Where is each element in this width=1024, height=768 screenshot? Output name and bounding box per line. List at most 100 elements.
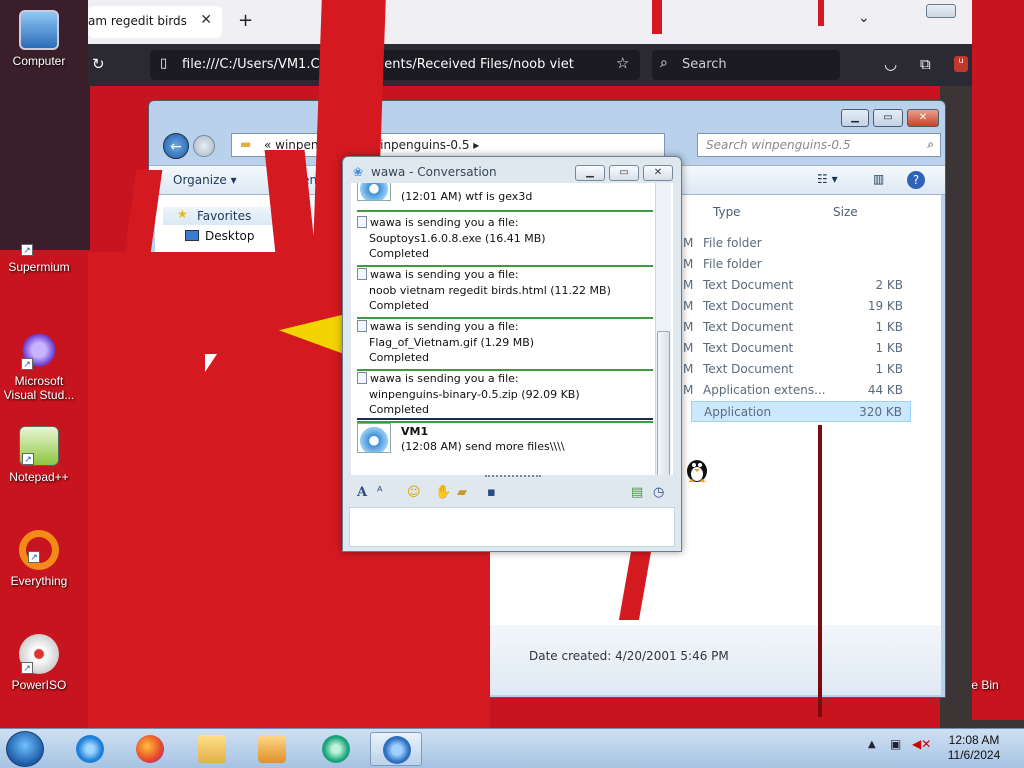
explorer-minimize-button[interactable]: ▁	[841, 109, 869, 127]
desktop-icon-everything[interactable]: ↗ Everything	[0, 530, 78, 588]
browser-tab[interactable]: am regedit birds ✕	[88, 6, 222, 38]
file-type: Application	[704, 405, 772, 419]
desktop-icon-label: PowerISO	[11, 678, 67, 692]
desktop-icon-poweriso[interactable]: ↗ PowerISO	[0, 634, 78, 692]
organize-button[interactable]: Organize ▾	[173, 173, 237, 187]
clock-time: 12:08 AM	[948, 733, 1000, 747]
save-icon[interactable]: ▪	[487, 485, 496, 500]
file-modified-fragment: M	[683, 257, 694, 271]
file-icon	[357, 216, 367, 228]
convo-minimize-button[interactable]: ▁	[575, 165, 605, 181]
transfer-status: Completed	[369, 403, 429, 416]
ublock-icon[interactable]: u	[954, 56, 968, 72]
transfer-file[interactable]: Flag_of_Vietnam.gif (1.29 MB)	[369, 335, 665, 350]
nudge-icon[interactable]: ✋	[435, 485, 451, 500]
messenger-icon	[383, 736, 411, 764]
history-icon[interactable]: ◷	[653, 485, 664, 500]
font-icon[interactable]: A	[357, 485, 367, 500]
view-options-icon[interactable]: ☷ ▾	[817, 172, 838, 186]
message-line: (12:08 AM) send more files\\\\	[401, 440, 565, 453]
taskbar-messenger[interactable]	[370, 732, 422, 766]
taskbar-app[interactable]	[310, 732, 362, 766]
start-button[interactable]	[6, 731, 44, 767]
taskbar-explorer[interactable]	[186, 732, 238, 766]
file-row[interactable]: M Text Document 19 KB	[683, 296, 911, 317]
message-input[interactable]	[349, 507, 675, 547]
url-bar[interactable]: ▯ file:///C:/Users/VM1.CO /Documents/Rec…	[150, 50, 640, 80]
taskbar-internet-explorer[interactable]	[64, 732, 116, 766]
new-tab-icon[interactable]: +	[238, 10, 253, 31]
browser-search-input[interactable]: ⌕ Search	[652, 50, 840, 80]
file-modified-fragment: M	[683, 362, 694, 376]
file-type: File folder	[703, 257, 762, 271]
desktop-icon-supermium[interactable]: ↗ Supermium	[0, 232, 78, 274]
emoticon-icon[interactable]: ☺	[407, 485, 421, 500]
volume-muted-icon[interactable]: ◀✕	[912, 737, 931, 751]
bookmark-star-icon[interactable]: ☆	[616, 54, 629, 72]
file-type: Text Document	[703, 362, 794, 376]
column-size[interactable]: Size	[833, 205, 858, 219]
desktop-icon-computer[interactable]: Computer	[0, 10, 78, 68]
explorer-search-input[interactable]: Search winpenguins-0.5 ⌕	[697, 133, 941, 157]
transfer-header-text: wawa is sending you a file:	[370, 320, 519, 333]
column-type[interactable]: Type	[713, 205, 741, 219]
clock[interactable]: 12:08 AM 11/6/2024	[936, 733, 1012, 763]
network-icon[interactable]: ▣	[890, 737, 901, 751]
chevron-down-icon[interactable]: ⌄	[858, 10, 870, 26]
transfer-file[interactable]: noob vietnam regedit birds.html (11.22 M…	[369, 283, 665, 298]
close-tab-icon[interactable]: ✕	[200, 12, 212, 28]
desktop-icon-visual-studio[interactable]: ↗ Microsoft Visual Stud...	[0, 330, 78, 402]
convo-close-button[interactable]: ✕	[643, 165, 673, 181]
browser-minimize-button[interactable]	[926, 4, 956, 18]
taskbar-firefox[interactable]	[124, 732, 176, 766]
file-row[interactable]: Application 320 KB	[691, 401, 911, 422]
nav-desktop[interactable]: Desktop	[185, 229, 255, 243]
file-size: 2 KB	[875, 278, 903, 292]
desktop-icon-label: Microsoft Visual Stud...	[3, 374, 75, 402]
explorer-close-button[interactable]: ✕	[907, 109, 939, 127]
taskbar: ▲ ▣ ◀✕ 12:08 AM 11/6/2024	[0, 728, 1024, 768]
folder-icon: ▬	[240, 137, 252, 151]
bg-glitch-streak	[652, 0, 662, 34]
transfer-file[interactable]: winpenguins-binary-0.5.zip (92.09 KB)	[369, 387, 665, 402]
file-row[interactable]: M Text Document 1 KB	[683, 338, 911, 359]
convo-maximize-button[interactable]: ▭	[609, 165, 639, 181]
help-icon[interactable]: ?	[907, 171, 925, 189]
transfer-header-text: wawa is sending you a file:	[370, 268, 519, 281]
tray-expand-icon[interactable]: ▲	[868, 739, 876, 750]
file-row[interactable]: M File folder	[683, 233, 911, 254]
chat-app-icon	[322, 735, 350, 763]
poweriso-icon: ↗	[19, 634, 59, 674]
preview-pane-icon[interactable]: ▥	[873, 172, 884, 186]
transfer-file[interactable]: Souptoys1.6.0.8.exe (16.41 MB)	[369, 231, 665, 246]
desktop-icon-recycle-bin[interactable]: e Bin	[946, 634, 1024, 692]
file-row[interactable]: M File folder	[683, 254, 911, 275]
taskbar-media-player[interactable]	[246, 732, 298, 766]
scrollbar[interactable]	[655, 183, 671, 475]
folder-icon	[198, 735, 226, 763]
font-color-icon[interactable]: ᴬ	[377, 485, 383, 500]
transfer-header: wawa is sending you a file:	[357, 371, 653, 386]
explorer-maximize-button[interactable]: ▭	[873, 109, 903, 127]
resize-grip[interactable]	[485, 475, 541, 481]
file-row[interactable]: M Text Document 1 KB	[683, 317, 911, 338]
sender-name: VM1	[401, 425, 429, 438]
file-modified-fragment: M	[683, 278, 694, 292]
back-arrow-icon[interactable]: ←	[163, 133, 189, 159]
mouse-cursor	[205, 354, 217, 372]
extensions-icon[interactable]: ⧉	[920, 55, 931, 73]
forward-arrow-icon[interactable]	[193, 135, 215, 157]
transfer-header: wawa is sending you a file:	[357, 267, 653, 282]
desktop-icon-notepadpp[interactable]: ↗ Notepad++	[0, 426, 78, 484]
file-row[interactable]: M Text Document 2 KB	[683, 275, 911, 296]
file-row[interactable]: M Text Document 1 KB	[683, 359, 911, 380]
date-created: Date created: 4/20/2001 5:46 PM	[529, 649, 729, 663]
file-row[interactable]: M Application extens... 44 KB	[683, 380, 911, 401]
send-file-icon[interactable]: ▰	[457, 485, 467, 500]
nav-desktop-label: Desktop	[205, 229, 255, 243]
reload-icon[interactable]: ↻	[92, 55, 105, 73]
pocket-icon[interactable]: ◡	[884, 55, 897, 73]
browser-search-placeholder: Search	[682, 57, 727, 72]
transfer-icon[interactable]: ▤	[631, 485, 643, 500]
scrollbar-thumb[interactable]	[657, 331, 670, 475]
